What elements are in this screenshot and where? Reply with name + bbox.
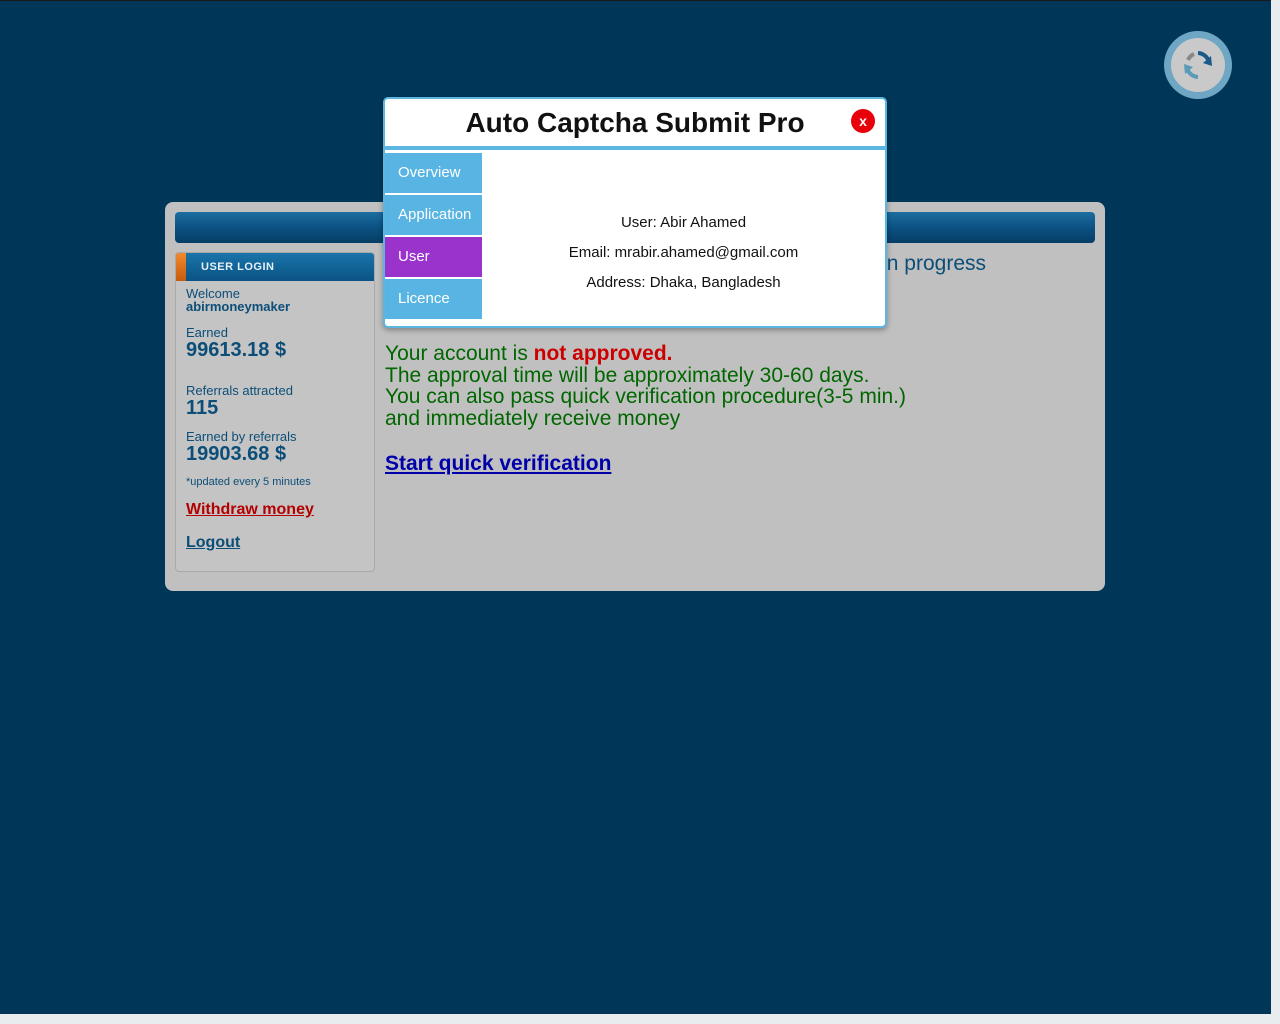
username: abirmoneymaker [186,299,291,314]
referrals-value: 115 [186,397,219,419]
tab-licence[interactable]: Licence [385,279,482,319]
update-note: *updated every 5 minutes [186,476,311,488]
logout-link[interactable]: Logout [186,534,240,552]
close-icon[interactable]: x [851,109,875,133]
status-line-2: The approval time will be approximately … [385,363,870,387]
account-status: Your account is not approved. The approv… [385,343,906,430]
status-line-1: Your account is not approved. [385,343,906,365]
progress-text: n progress [886,252,986,278]
user-login-header: USER LOGIN [176,253,374,281]
status-prefix: Your account is [385,342,534,365]
tab-user[interactable]: User [385,237,482,277]
referral-earnings-label: Earned by referrals [186,429,297,444]
recaptcha-logo-icon [1164,31,1232,99]
user-login-panel: USER LOGIN Welcome abirmoneymaker Earned… [175,252,375,572]
progress-text-fragment: n progress [886,252,986,275]
tab-overview[interactable]: Overview [385,153,482,193]
earned-label: Earned [186,325,228,340]
referral-earnings-value: 19903.68 $ [186,443,287,465]
not-approved-text: not approved. [533,342,673,365]
referrals-label: Referrals attracted [186,383,293,398]
user-login-title: USER LOGIN [201,261,275,273]
refresh-arrows-icon [1184,51,1212,79]
auto-captcha-modal: Auto Captcha Submit Pro x Overview Appli… [383,97,887,328]
modal-title: Auto Captcha Submit Pro [465,107,805,138]
withdraw-money-link[interactable]: Withdraw money [186,501,314,519]
user-email-line: Email: mrabir.ahamed@gmail.com [568,244,799,261]
earned-value: 99613.18 $ [186,339,287,361]
user-tab-content: User: Abir Ahamed Email: mrabir.ahamed@g… [482,150,885,324]
user-address-line: Address: Dhaka, Bangladesh [586,274,781,291]
header-accent [176,253,186,281]
user-name-line: User: Abir Ahamed [620,214,747,231]
recaptcha-logo-inner [1171,38,1225,92]
status-line-3: You can also pass quick verification pro… [385,385,906,409]
tab-application[interactable]: Application [385,195,482,235]
status-line-4: and immediately receive money [385,407,681,431]
start-quick-verification-link[interactable]: Start quick verification [385,452,611,476]
